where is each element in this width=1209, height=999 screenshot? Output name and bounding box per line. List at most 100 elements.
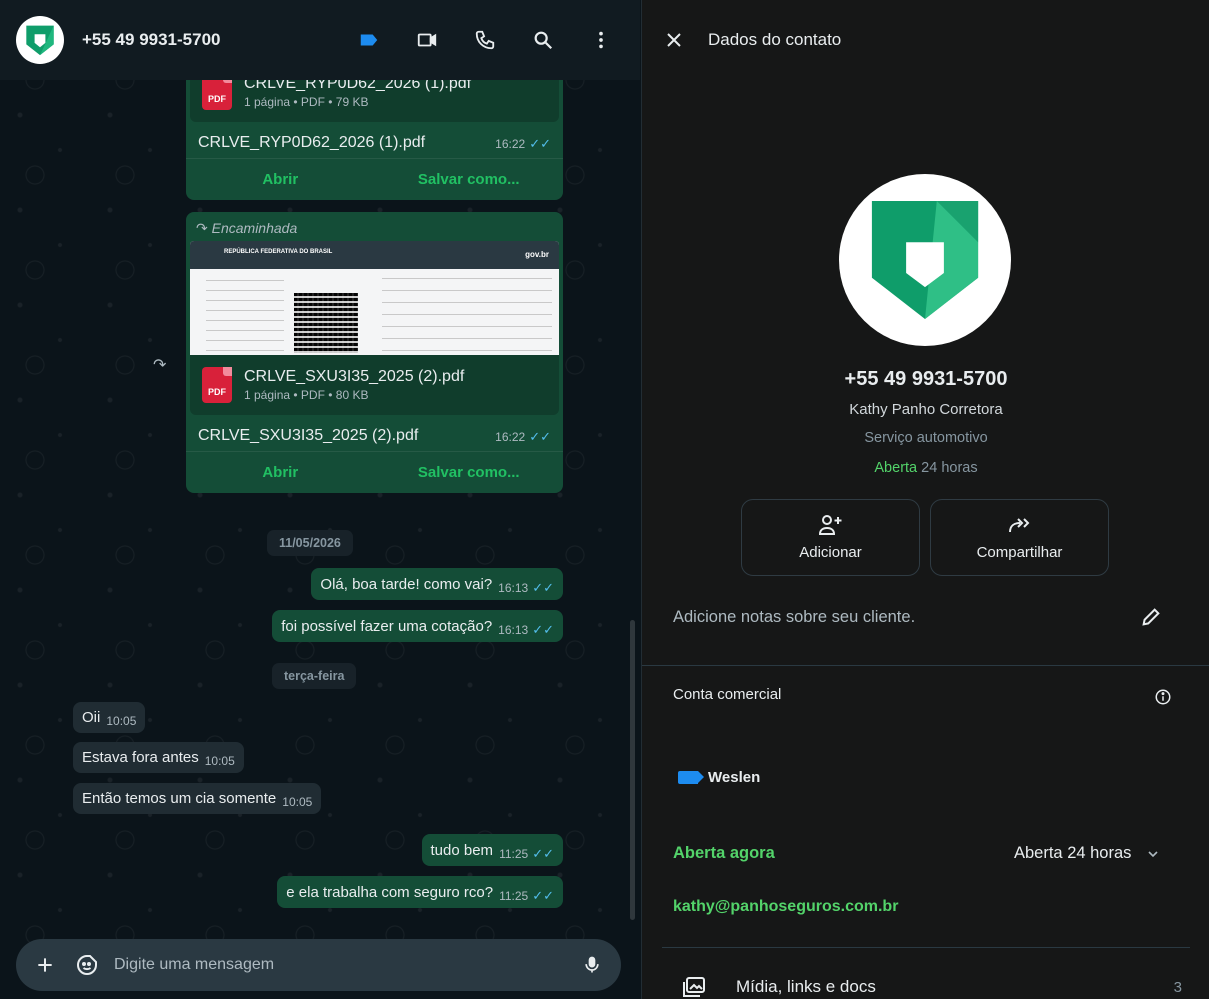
media-label: Mídia, links e docs bbox=[736, 977, 876, 996]
document-actions: Abrir Salvar como... bbox=[186, 451, 563, 493]
video-call-icon[interactable] bbox=[404, 20, 450, 60]
close-icon[interactable] bbox=[662, 28, 686, 52]
preview-lines bbox=[206, 277, 284, 351]
share-label: Compartilhar bbox=[976, 544, 1063, 561]
contact-info-title: Dados do contato bbox=[708, 30, 842, 49]
attach-plus-icon[interactable] bbox=[30, 950, 60, 980]
read-ticks-icon: ✓✓ bbox=[532, 580, 554, 595]
media-links-docs-row[interactable]: Mídia, links e docs 3 bbox=[682, 976, 1182, 998]
document-file[interactable]: PDF CRLVE_SXU3I35_2025 (2).pdf 1 página … bbox=[190, 355, 559, 415]
outgoing-message[interactable]: tudo bem 11:25 ✓✓ bbox=[421, 834, 563, 866]
info-icon[interactable] bbox=[1154, 688, 1174, 708]
message-list[interactable]: PDF CRLVE_RYP0D62_2026 (1).pdf 1 página … bbox=[0, 80, 640, 937]
document-name: CRLVE_SXU3I35_2025 (2).pdf bbox=[244, 368, 465, 385]
message-time: 11:25 ✓✓ bbox=[499, 844, 554, 864]
message-text: Oii bbox=[82, 709, 101, 726]
document-message[interactable]: PDF CRLVE_RYP0D62_2026 (1).pdf 1 página … bbox=[186, 80, 563, 200]
shield-logo-icon bbox=[871, 201, 979, 319]
menu-icon[interactable] bbox=[578, 20, 624, 60]
label-name: Weslen bbox=[708, 769, 761, 786]
date-separator: terça-feira bbox=[272, 663, 357, 689]
outgoing-message[interactable]: Olá, boa tarde! como vai? 16:13 ✓✓ bbox=[311, 568, 563, 600]
message-time: 10:05 bbox=[106, 714, 137, 728]
add-label: Adicionar bbox=[799, 544, 862, 561]
outgoing-message[interactable]: foi possível fazer uma cotação? 16:13 ✓✓ bbox=[272, 610, 563, 642]
message-text: Então temos um cia somente bbox=[82, 790, 277, 807]
label-tag-icon bbox=[678, 771, 704, 784]
media-count: 3 bbox=[1173, 978, 1182, 996]
section-divider bbox=[662, 947, 1190, 948]
share-forward-icon bbox=[1008, 518, 1029, 533]
date-separator: 11/05/2026 bbox=[267, 530, 353, 556]
incoming-message[interactable]: Então temos um cia somente 10:05 bbox=[73, 783, 322, 814]
voice-call-icon[interactable] bbox=[462, 20, 508, 60]
contact-avatar[interactable] bbox=[16, 16, 64, 64]
forwarded-label: ↷ Encaminhada bbox=[196, 220, 298, 236]
chat-header[interactable]: +55 49 9931-5700 bbox=[0, 0, 640, 80]
document-file[interactable]: PDF CRLVE_RYP0D62_2026 (1).pdf 1 página … bbox=[190, 80, 559, 122]
contact-avatar-large[interactable] bbox=[839, 174, 1011, 346]
time-text: 16:22 bbox=[495, 137, 526, 151]
contact-name[interactable]: +55 49 9931-5700 bbox=[82, 30, 334, 50]
contact-phone: +55 49 9931-5700 bbox=[844, 368, 1008, 390]
hours-text: 24 horas bbox=[921, 460, 978, 476]
message-time: 10:05 bbox=[282, 795, 313, 809]
open-document-button[interactable]: Abrir bbox=[186, 452, 375, 493]
chat-scrollbar[interactable] bbox=[630, 620, 635, 920]
message-time: 10:05 bbox=[204, 754, 235, 768]
open-document-button[interactable]: Abrir bbox=[186, 159, 375, 200]
message-input[interactable] bbox=[114, 956, 577, 974]
pdf-icon: PDF bbox=[202, 80, 232, 110]
message-text: Estava fora antes bbox=[82, 749, 199, 766]
outgoing-message[interactable]: e ela trabalha com seguro rco? 11:25 ✓✓ bbox=[277, 876, 563, 908]
pencil-icon[interactable] bbox=[1140, 606, 1164, 630]
document-actions: Abrir Salvar como... bbox=[186, 158, 563, 200]
media-gallery-icon bbox=[683, 977, 705, 997]
contact-info-header: Dados do contato bbox=[642, 0, 1209, 80]
document-meta: 1 página • PDF • 80 KB bbox=[244, 388, 369, 402]
preview-brand: gov.br bbox=[525, 250, 549, 259]
read-ticks-icon: ✓✓ bbox=[529, 136, 551, 151]
preview-header-text: REPÚBLICA FEDERATIVA DO BRASIL bbox=[224, 249, 333, 255]
message-time: 16:22 ✓✓ bbox=[495, 429, 551, 445]
incoming-message[interactable]: Oii 10:05 bbox=[73, 702, 146, 733]
caption-text: CRLVE_RYP0D62_2026 (1).pdf bbox=[198, 134, 426, 151]
microphone-icon[interactable] bbox=[577, 950, 607, 980]
time-text: 11:25 bbox=[499, 889, 529, 903]
forwarded-document-message[interactable]: ↷ Encaminhada REPÚBLICA FEDERATIVA DO BR… bbox=[186, 212, 563, 493]
forward-icon[interactable]: ↷ bbox=[153, 355, 166, 375]
message-composer bbox=[16, 939, 621, 991]
message-time: 16:13 ✓✓ bbox=[498, 620, 554, 640]
message-text: e ela trabalha com seguro rco? bbox=[286, 884, 494, 901]
document-preview[interactable]: REPÚBLICA FEDERATIVA DO BRASIL gov.br bbox=[190, 241, 559, 355]
contact-label[interactable]: Weslen bbox=[678, 769, 760, 786]
label-icon[interactable] bbox=[346, 20, 392, 60]
section-divider bbox=[642, 665, 1209, 666]
time-text: 16:13 bbox=[498, 581, 529, 595]
caption-text: CRLVE_SXU3I35_2025 (2).pdf bbox=[198, 427, 419, 444]
contact-info-pane: Dados do contato +55 49 9931-5700 Kathy … bbox=[641, 0, 1209, 999]
preview-lines-right bbox=[382, 277, 552, 351]
add-person-icon bbox=[818, 515, 841, 535]
save-as-button[interactable]: Salvar como... bbox=[375, 159, 564, 200]
save-as-button[interactable]: Salvar como... bbox=[375, 452, 564, 493]
time-text: 16:22 bbox=[495, 430, 526, 444]
business-hours-value: Aberta 24 horas bbox=[1014, 844, 1132, 862]
business-account-title: Conta comercial bbox=[673, 686, 782, 703]
client-notes-field[interactable]: Adicione notas sobre seu cliente. bbox=[673, 608, 915, 627]
message-time: 11:25 ✓✓ bbox=[499, 886, 554, 906]
business-email-link[interactable]: kathy@panhoseguros.com.br bbox=[673, 898, 898, 916]
share-contact-button[interactable]: Compartilhar bbox=[930, 499, 1109, 576]
open-now-status: Aberta agora bbox=[673, 844, 775, 862]
forwarded-text: Encaminhada bbox=[211, 220, 298, 236]
read-ticks-icon: ✓✓ bbox=[529, 429, 551, 444]
message-text: Olá, boa tarde! como vai? bbox=[320, 576, 493, 593]
document-meta: 1 página • PDF • 79 KB bbox=[244, 95, 369, 109]
sticker-icon[interactable] bbox=[72, 950, 102, 980]
business-hours-status: Aberta 24 horas bbox=[642, 460, 1209, 476]
open-status: Aberta bbox=[874, 460, 918, 476]
incoming-message[interactable]: Estava fora antes 10:05 bbox=[73, 742, 244, 773]
search-icon[interactable] bbox=[520, 20, 566, 60]
business-hours-dropdown[interactable]: Aberta 24 horas bbox=[1014, 844, 1161, 863]
add-contact-button[interactable]: Adicionar bbox=[741, 499, 920, 576]
